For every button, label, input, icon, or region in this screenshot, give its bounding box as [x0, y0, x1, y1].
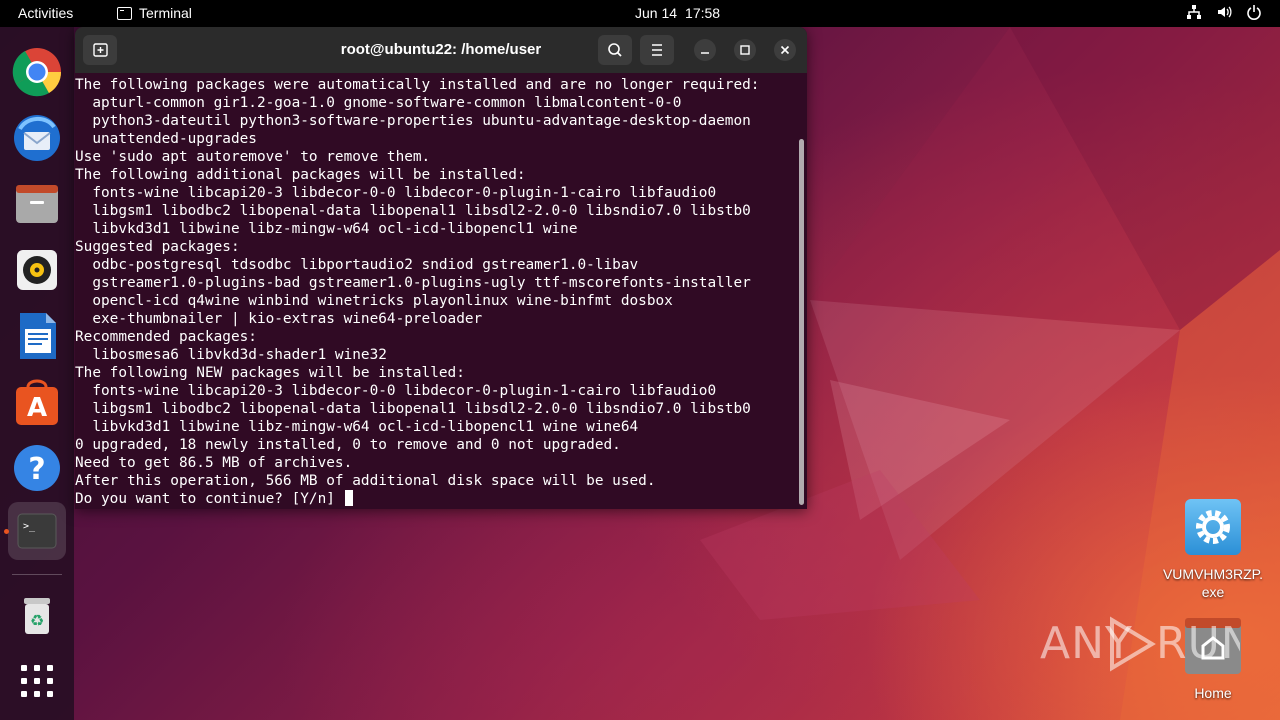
- terminal-headerbar[interactable]: root@ubuntu22: /home/user: [75, 27, 807, 73]
- terminal-line: Suggested packages:: [75, 239, 240, 255]
- terminal-line: Recommended packages:: [75, 329, 257, 345]
- terminal-line: fonts-wine libcapi20-3 libdecor-0-0 libd…: [75, 185, 717, 201]
- svg-text:?: ?: [28, 452, 45, 487]
- volume-icon: [1216, 4, 1232, 20]
- rhythmbox-icon: [17, 250, 57, 290]
- maximize-button[interactable]: [734, 39, 756, 61]
- app-menu-label: Terminal: [139, 5, 192, 21]
- clock[interactable]: Jun 14 17:58: [635, 5, 720, 21]
- search-button[interactable]: [598, 35, 632, 65]
- terminal-line: Need to get 86.5 MB of archives.: [75, 455, 353, 471]
- thunderbird-icon: [14, 115, 60, 161]
- dock-trash[interactable]: ♻: [8, 586, 66, 644]
- dock-app-grid[interactable]: [8, 652, 66, 710]
- close-button[interactable]: [774, 39, 796, 61]
- dock-software[interactable]: A: [8, 373, 66, 431]
- minimize-button[interactable]: [694, 39, 716, 61]
- maximize-icon: [740, 45, 750, 55]
- continue-prompt: Do you want to continue? [Y/n]: [75, 491, 344, 507]
- terminal-line: opencl-icd q4wine winbind winetricks pla…: [75, 293, 673, 309]
- desktop-home-label: Home: [1194, 685, 1232, 701]
- terminal-line: After this operation, 566 MB of addition…: [75, 473, 656, 489]
- dock-files[interactable]: [8, 175, 66, 233]
- terminal-line: libgsm1 libodbc2 libopenal-data libopena…: [75, 401, 751, 417]
- clock-date: Jun 14: [635, 5, 678, 21]
- activities-button[interactable]: Activities: [18, 5, 73, 21]
- terminal-line: unattended-upgrades: [75, 131, 257, 147]
- terminal-app-icon: [117, 6, 132, 20]
- terminal-line: python3-dateutil python3-software-proper…: [75, 113, 751, 129]
- dock-chrome[interactable]: [8, 43, 66, 101]
- dock-terminal[interactable]: >_: [8, 502, 66, 560]
- system-tray[interactable]: [1186, 4, 1262, 20]
- search-icon: [608, 43, 622, 57]
- svg-text:♻: ♻: [30, 611, 44, 630]
- dock: A ? >_ ♻: [0, 27, 74, 720]
- close-icon: [780, 45, 790, 55]
- svg-text:>_: >_: [23, 521, 36, 532]
- text-cursor: [344, 490, 353, 506]
- terminal-line: 0 upgraded, 18 newly installed, 0 to rem…: [75, 437, 621, 453]
- trash-icon: ♻: [24, 598, 50, 634]
- terminal-line: The following NEW packages will be insta…: [75, 365, 465, 381]
- minimize-icon: [701, 52, 709, 54]
- dock-rhythmbox[interactable]: [8, 241, 66, 299]
- dock-thunderbird[interactable]: [8, 109, 66, 167]
- writer-icon: [20, 313, 56, 359]
- software-icon: A: [16, 379, 58, 425]
- app-menu[interactable]: Terminal: [117, 5, 192, 21]
- terminal-line: Use 'sudo apt autoremove' to remove them…: [75, 149, 431, 165]
- running-indicator: [4, 529, 9, 534]
- hamburger-menu-icon: [652, 44, 662, 56]
- clock-time: 17:58: [685, 5, 721, 21]
- power-icon: [1246, 4, 1262, 20]
- app-grid-icon: [21, 665, 53, 697]
- help-icon: ?: [14, 445, 60, 491]
- terminal-line: libvkd3d1 libwine libz-mingw-w64 ocl-icd…: [75, 221, 578, 237]
- terminal-line: libvkd3d1 libwine libz-mingw-w64 ocl-icd…: [75, 419, 639, 435]
- desktop-file-label-1: VUMVHM3RZP.: [1162, 566, 1264, 582]
- chrome-icon: [12, 48, 62, 97]
- terminal-prompt-line[interactable]: Do you want to continue? [Y/n]: [75, 490, 807, 508]
- anyrun-watermark: ANY RUN: [1040, 612, 1254, 683]
- executable-gear-icon: [1185, 499, 1241, 555]
- svg-text:RUN: RUN: [1156, 618, 1240, 669]
- terminal-icon: >_: [17, 513, 57, 549]
- terminal-line: apturl-common gir1.2-goa-1.0 gnome-softw…: [75, 95, 682, 111]
- terminal-line: odbc-postgresql tdsodbc libportaudio2 sn…: [75, 257, 639, 273]
- terminal-line: fonts-wine libcapi20-3 libdecor-0-0 libd…: [75, 383, 717, 399]
- menu-button[interactable]: [640, 35, 674, 65]
- terminal-line: exe-thumbnailer | kio-extras wine64-prel…: [75, 311, 483, 327]
- desktop-file-label-2: exe: [1201, 584, 1225, 600]
- top-bar: Activities Terminal Jun 14 17:58: [0, 0, 1280, 27]
- terminal-line: libgsm1 libodbc2 libopenal-data libopena…: [75, 203, 751, 219]
- terminal-line: The following additional packages will b…: [75, 167, 526, 183]
- terminal-line: The following packages were automaticall…: [75, 77, 760, 93]
- terminal-line: libosmesa6 libvkd3d-shader1 wine32: [75, 347, 387, 363]
- dock-separator: [12, 574, 62, 575]
- desktop-file-exe[interactable]: VUMVHM3RZP. exe: [1158, 499, 1268, 601]
- dock-help[interactable]: ?: [8, 439, 66, 497]
- terminal-window[interactable]: root@ubuntu22: /home/user The following …: [75, 27, 807, 509]
- terminal-scrollbar[interactable]: [799, 139, 804, 505]
- svg-text:A: A: [27, 393, 47, 423]
- terminal-output[interactable]: The following packages were automaticall…: [75, 73, 807, 509]
- files-icon: [16, 185, 58, 223]
- terminal-line: gstreamer1.0-plugins-bad gstreamer1.0-pl…: [75, 275, 751, 291]
- network-icon: [1186, 4, 1202, 20]
- dock-writer[interactable]: [8, 307, 66, 365]
